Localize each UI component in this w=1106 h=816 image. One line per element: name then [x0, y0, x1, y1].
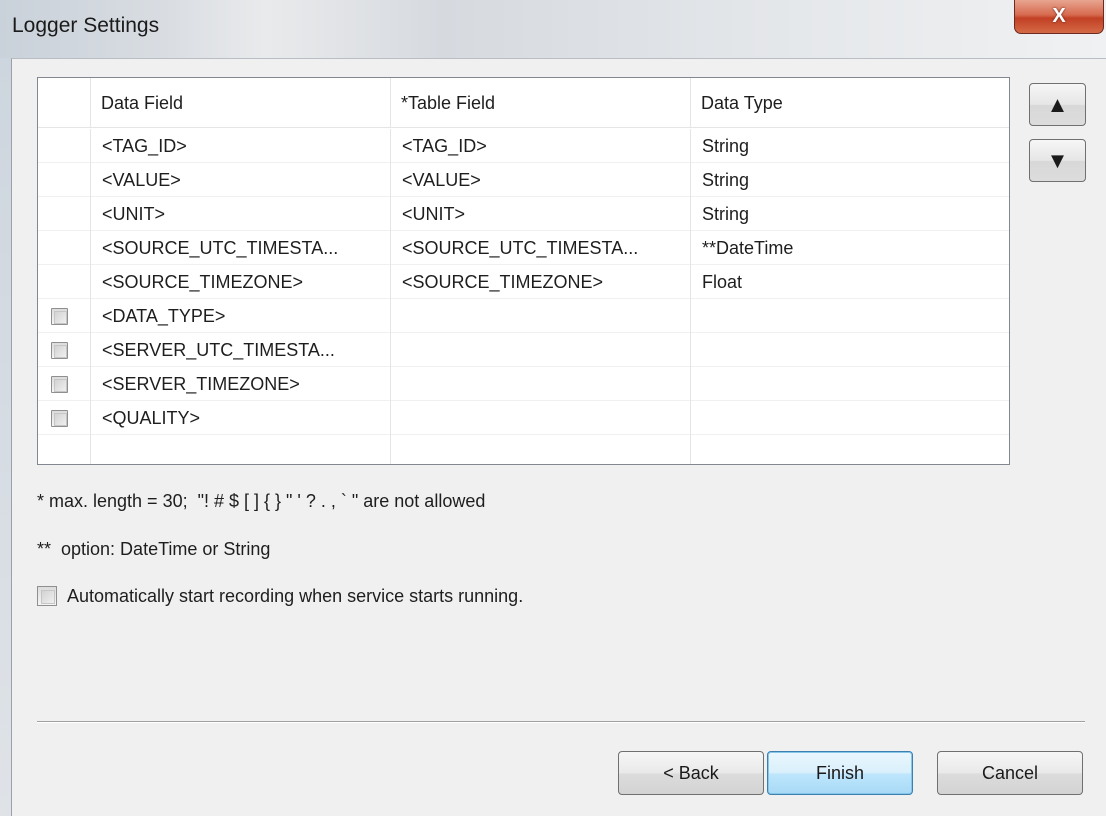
table-row[interactable]: <DATA_TYPE>	[38, 299, 1009, 333]
empty-cell	[91, 435, 391, 464]
empty-row	[38, 435, 1009, 464]
table-row[interactable]: <SOURCE_UTC_TIMESTA... <SOURCE_UTC_TIMES…	[38, 231, 1009, 265]
data-type-cell[interactable]	[691, 367, 1009, 401]
row-select-cell	[38, 367, 91, 401]
empty-cell	[691, 435, 1009, 464]
header-checkbox-column	[38, 78, 91, 128]
data-type-cell[interactable]: Float	[691, 265, 1009, 299]
close-button[interactable]: X	[1014, 0, 1104, 34]
row-select-cell	[38, 401, 91, 435]
window-frame	[0, 58, 11, 816]
table-field-cell[interactable]: <SOURCE_TIMEZONE>	[391, 265, 691, 299]
field-mapping-grid: Data Field *Table Field Data Type <TAG_I…	[37, 77, 1010, 465]
header-data-field[interactable]: Data Field	[91, 78, 391, 128]
table-field-cell[interactable]	[391, 367, 691, 401]
row-select-cell	[38, 129, 91, 163]
row-include-checkbox[interactable]	[51, 308, 68, 325]
table-row[interactable]: <VALUE> <VALUE> String	[38, 163, 1009, 197]
auto-start-label[interactable]: Automatically start recording when servi…	[67, 583, 523, 609]
data-type-cell[interactable]	[691, 401, 1009, 435]
data-field-cell: <UNIT>	[91, 197, 391, 231]
triangle-up-icon: ▲	[1046, 91, 1069, 117]
table-row[interactable]: <UNIT> <UNIT> String	[38, 197, 1009, 231]
data-type-cell[interactable]	[691, 299, 1009, 333]
data-field-cell: <SOURCE_TIMEZONE>	[91, 265, 391, 299]
close-icon: X	[1052, 5, 1066, 27]
table-row[interactable]: <TAG_ID> <TAG_ID> String	[38, 129, 1009, 163]
max-length-note: * max. length = 30; "! # $ [ ] { } " ' ?…	[37, 491, 486, 511]
empty-cell	[391, 435, 691, 464]
row-select-cell	[38, 231, 91, 265]
data-field-cell: <TAG_ID>	[91, 129, 391, 163]
move-up-button[interactable]: ▲	[1029, 83, 1086, 126]
row-include-checkbox[interactable]	[51, 376, 68, 393]
data-type-cell[interactable]: String	[691, 129, 1009, 163]
row-select-cell	[38, 299, 91, 333]
auto-start-checkbox[interactable]	[37, 586, 57, 606]
row-select-cell	[38, 333, 91, 367]
table-field-cell[interactable]: <VALUE>	[391, 163, 691, 197]
data-field-cell: <QUALITY>	[91, 401, 391, 435]
window-title: Logger Settings	[12, 14, 160, 37]
table-row[interactable]: <SOURCE_TIMEZONE> <SOURCE_TIMEZONE> Floa…	[38, 265, 1009, 299]
data-field-cell: <SOURCE_UTC_TIMESTA...	[91, 231, 391, 265]
dialog-body: Data Field *Table Field Data Type <TAG_I…	[11, 58, 1106, 816]
row-include-checkbox[interactable]	[51, 342, 68, 359]
footer-divider	[37, 721, 1085, 723]
row-select-cell	[38, 265, 91, 299]
table-field-cell[interactable]	[391, 401, 691, 435]
row-select-cell	[38, 197, 91, 231]
data-field-cell: <SERVER_TIMEZONE>	[91, 367, 391, 401]
option-note: ** option: DateTime or String	[37, 539, 271, 559]
row-include-checkbox[interactable]	[51, 410, 68, 427]
data-field-cell: <DATA_TYPE>	[91, 299, 391, 333]
table-field-cell[interactable]	[391, 333, 691, 367]
table-row[interactable]: <SERVER_TIMEZONE>	[38, 367, 1009, 401]
header-table-field[interactable]: *Table Field	[391, 78, 691, 128]
title-bar: Logger Settings X	[0, 0, 1106, 58]
header-data-type[interactable]: Data Type	[691, 78, 1009, 128]
table-row[interactable]: <SERVER_UTC_TIMESTA...	[38, 333, 1009, 367]
triangle-down-icon: ▼	[1046, 147, 1069, 173]
table-field-cell[interactable]: <UNIT>	[391, 197, 691, 231]
table-field-cell[interactable]: <SOURCE_UTC_TIMESTA...	[391, 231, 691, 265]
back-button[interactable]: < Back	[618, 751, 764, 795]
data-field-cell: <SERVER_UTC_TIMESTA...	[91, 333, 391, 367]
data-type-cell[interactable]	[691, 333, 1009, 367]
grid-header: Data Field *Table Field Data Type	[38, 78, 1009, 128]
data-type-cell[interactable]: String	[691, 197, 1009, 231]
data-type-cell[interactable]: String	[691, 163, 1009, 197]
data-field-cell: <VALUE>	[91, 163, 391, 197]
finish-button[interactable]: Finish	[767, 751, 913, 795]
data-type-cell[interactable]: **DateTime	[691, 231, 1009, 265]
cancel-button[interactable]: Cancel	[937, 751, 1083, 795]
row-select-cell	[38, 163, 91, 197]
empty-cell	[38, 435, 91, 464]
table-field-cell[interactable]: <TAG_ID>	[391, 129, 691, 163]
table-row[interactable]: <QUALITY>	[38, 401, 1009, 435]
table-field-cell[interactable]	[391, 299, 691, 333]
move-down-button[interactable]: ▼	[1029, 139, 1086, 182]
